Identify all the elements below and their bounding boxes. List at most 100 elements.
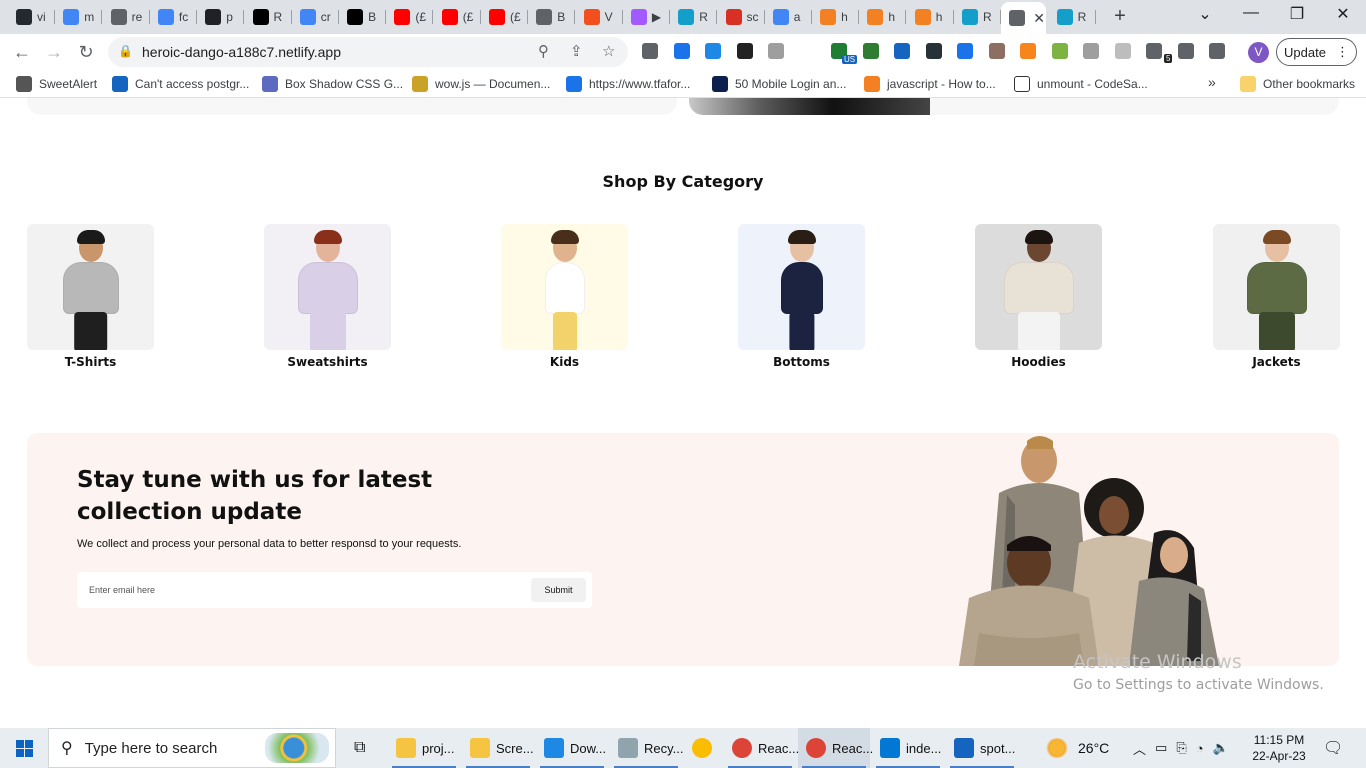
submit-button[interactable]: Submit	[531, 578, 586, 602]
browser-tab[interactable]: B	[339, 4, 386, 30]
battery-icon[interactable]: ▭	[1155, 740, 1167, 756]
browser-tab[interactable]: cr	[292, 4, 339, 30]
taskbar-search[interactable]: ⚲ Type here to search	[48, 728, 336, 768]
side-panel-icon[interactable]	[1209, 43, 1225, 59]
taskbar-app[interactable]: Scre...	[462, 728, 534, 768]
taskbar-app-label: proj...	[422, 740, 455, 756]
circle-extension-icon[interactable]	[957, 43, 973, 59]
taskbar-app[interactable]: Dow...	[536, 728, 608, 768]
bookmark-star-icon[interactable]: ☆	[602, 42, 615, 60]
metamask-icon[interactable]	[1020, 43, 1036, 59]
taskbar-app[interactable]: spot...	[946, 728, 1018, 768]
category-card[interactable]: Hoodies	[975, 224, 1102, 369]
bookmark-item[interactable]: https://www.tfafor...	[566, 76, 690, 92]
browser-tab[interactable]: re	[103, 4, 150, 30]
bookmark-item[interactable]: Box Shadow CSS G...	[262, 76, 403, 92]
browser-tab[interactable]: R	[954, 4, 1001, 30]
browser-tab[interactable]: p	[197, 4, 244, 30]
start-button[interactable]	[0, 728, 48, 768]
ring-extension-icon[interactable]	[1114, 43, 1131, 59]
clock[interactable]: 11:15 PM 22-Apr-23	[1250, 732, 1308, 764]
browser-tab[interactable]: V	[576, 4, 623, 30]
arrow-extension-icon[interactable]	[862, 43, 879, 59]
taskbar-app[interactable]: proj...	[388, 728, 460, 768]
t-extension-icon[interactable]	[1083, 43, 1099, 59]
volume-icon[interactable]: 🔈	[1213, 740, 1229, 756]
cookie-extension-icon[interactable]	[988, 43, 1005, 59]
category-card[interactable]: Kids	[501, 224, 628, 369]
bootstrap-extension-icon[interactable]	[799, 43, 816, 59]
update-button[interactable]: Update ⋮	[1276, 38, 1357, 66]
share-icon[interactable]: ⇪	[570, 42, 583, 60]
back-button[interactable]: ←	[10, 40, 34, 64]
profile-avatar[interactable]: V	[1248, 42, 1269, 63]
wifi-icon[interactable]: ◔	[1196, 741, 1204, 756]
browser-tab[interactable]: B	[528, 4, 575, 30]
bookmark-item[interactable]: 50 Mobile Login an...	[712, 76, 846, 92]
restore-button[interactable]: ❐	[1282, 4, 1312, 24]
browser-tab[interactable]: h	[859, 4, 906, 30]
close-tab-icon[interactable]: ✕	[1033, 10, 1045, 27]
taskbar-app[interactable]: Reac...	[798, 728, 873, 768]
browser-tab[interactable]: (£	[386, 4, 433, 30]
browser-tab[interactable]: R	[1049, 4, 1096, 30]
taskbar-app[interactable]	[684, 728, 722, 768]
image-extension-icon[interactable]	[768, 43, 784, 59]
browser-tab[interactable]: sc	[718, 4, 765, 30]
react-devtools-icon[interactable]	[925, 43, 942, 59]
browser-tab[interactable]: m	[55, 4, 102, 30]
category-card[interactable]: T-Shirts	[27, 224, 154, 369]
browser-tab[interactable]: fc	[150, 4, 197, 30]
puzzle-icon[interactable]	[1177, 43, 1194, 59]
notification-icon[interactable]: 🗨	[1323, 728, 1343, 768]
extension-icon[interactable]	[642, 43, 658, 59]
taskbar-app[interactable]: Recy...	[610, 728, 684, 768]
browser-tab[interactable]: a	[765, 4, 812, 30]
browser-tab[interactable]: ▶	[623, 4, 670, 30]
tray-chevron-icon[interactable]: ︿	[1133, 739, 1146, 758]
other-bookmarks[interactable]: Other bookmarks	[1240, 76, 1355, 92]
network-icon[interactable]: ⎘	[1176, 740, 1186, 756]
download-extension-icon[interactable]	[705, 43, 721, 59]
category-card[interactable]: Bottoms	[738, 224, 865, 369]
bookmark-item[interactable]: javascript - How to...	[864, 76, 996, 92]
zoom-icon[interactable]: ⚲	[538, 42, 549, 60]
taskbar-app[interactable]: Reac...	[724, 728, 799, 768]
weather-widget[interactable]: 26°C	[1044, 728, 1109, 768]
tab-label: R	[273, 10, 283, 24]
category-card[interactable]: Sweatshirts	[264, 224, 391, 369]
browser-tab[interactable]: R	[670, 4, 717, 30]
email-input[interactable]	[89, 578, 509, 602]
bookmark-item[interactable]: Can't access postgr...	[112, 76, 249, 92]
bookmarks-overflow-button[interactable]: »	[1208, 74, 1216, 90]
category-label: Bottoms	[773, 355, 830, 369]
promo-card-left[interactable]	[27, 98, 677, 115]
task-view-button[interactable]: ⧉	[346, 728, 365, 768]
category-card[interactable]: Jackets	[1213, 224, 1340, 369]
browser-tab[interactable]: (£	[434, 4, 481, 30]
bookmark-item[interactable]: wow.js — Documen...	[412, 76, 550, 92]
badge-extension-icon[interactable]	[1146, 43, 1162, 59]
tab-search-icon[interactable]: ⌄	[1190, 4, 1220, 24]
browser-tab[interactable]: h	[812, 4, 859, 30]
close-window-button[interactable]: ✕	[1328, 4, 1358, 24]
browser-tab[interactable]: R	[245, 4, 292, 30]
reload-button[interactable]: ↻	[74, 40, 98, 64]
browser-tab[interactable]: (£	[481, 4, 528, 30]
bookmark-item[interactable]: unmount - CodeSa...	[1014, 76, 1148, 92]
vd-extension-icon[interactable]	[736, 43, 753, 59]
minimize-button[interactable]: —	[1236, 4, 1266, 22]
download-green-icon[interactable]	[1051, 43, 1068, 59]
taskbar-app-label: spot...	[980, 740, 1016, 756]
taskbar-app[interactable]: inde...	[872, 728, 944, 768]
browser-tab[interactable]: vi	[8, 4, 55, 30]
pen-extension-icon[interactable]	[673, 43, 690, 59]
browser-tab[interactable]: h	[907, 4, 954, 30]
forward-button[interactable]: →	[42, 40, 66, 64]
address-bar[interactable]: 🔒 heroic-dango-a188c7.netlify.app ⚲ ⇪ ☆	[108, 37, 628, 67]
bookmark-item[interactable]: SweetAlert	[16, 76, 97, 92]
save-extension-icon[interactable]	[894, 43, 910, 59]
new-tab-button[interactable]: +	[1108, 5, 1132, 28]
browser-tab[interactable]: ✕	[1001, 2, 1047, 34]
promo-card-right[interactable]	[689, 98, 1339, 115]
